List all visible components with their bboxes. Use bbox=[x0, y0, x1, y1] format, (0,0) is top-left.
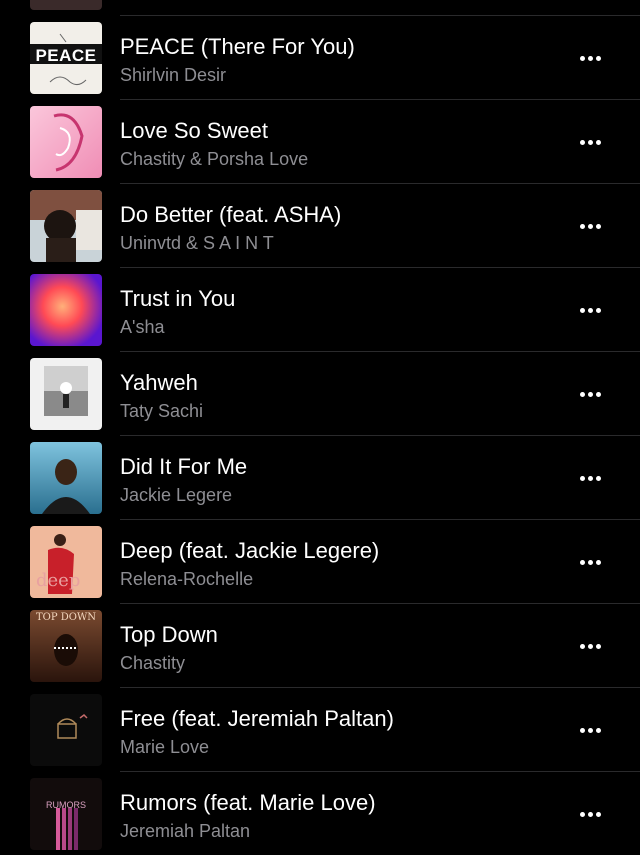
song-artist: Jeremiah Paltan bbox=[120, 821, 251, 841]
song-text: Rumors (feat. Marie Love) Jeremiah Palta… bbox=[120, 772, 560, 855]
song-row[interactable]: Yahweh Taty Sachi bbox=[0, 352, 640, 436]
song-artist: Uninvtd & S A I N T bbox=[120, 233, 274, 253]
song-text: Did It For Me Jackie Legere bbox=[120, 436, 560, 520]
top-down-art-text: TOP DOWN bbox=[35, 612, 97, 623]
song-row[interactable]: PEACE PEACE (There For You) Shirlvin Des… bbox=[0, 16, 640, 100]
ellipsis-icon bbox=[579, 475, 585, 481]
song-row[interactable]: RUMORS Rumors (feat. Marie Love) Jeremia… bbox=[0, 772, 640, 855]
ellipsis-icon bbox=[579, 307, 585, 313]
song-row[interactable]: Trust in You A'sha bbox=[0, 268, 640, 352]
ellipsis-icon bbox=[579, 811, 585, 817]
song-title: Do Better (feat. ASHA) bbox=[120, 202, 342, 227]
ellipsis-icon bbox=[579, 139, 585, 145]
song-artist: Chastity bbox=[120, 653, 186, 673]
peace-art-text: PEACE bbox=[35, 46, 97, 65]
did-it-for-me-album-art-icon bbox=[30, 442, 102, 514]
ellipsis-icon bbox=[579, 55, 585, 61]
song-title: PEACE (There For You) bbox=[120, 34, 355, 59]
song-row[interactable]: TOP DOWN Top Down Chastity bbox=[0, 604, 640, 688]
ellipsis-icon bbox=[579, 559, 585, 565]
song-title: Deep (feat. Jackie Legere) bbox=[120, 538, 380, 563]
ellipsis-icon bbox=[579, 391, 585, 397]
rumors-art-text: RUMORS bbox=[46, 800, 86, 810]
song-title: Top Down bbox=[120, 622, 218, 647]
song-artist: A'sha bbox=[120, 317, 165, 337]
more-options-button[interactable] bbox=[576, 550, 604, 574]
do-better-album-art-icon bbox=[30, 190, 102, 262]
song-text: PEACE (There For You) Shirlvin Desir bbox=[120, 16, 560, 100]
love-so-sweet-album-art-icon bbox=[30, 106, 102, 178]
song-title: Free (feat. Jeremiah Paltan) bbox=[120, 706, 394, 731]
trust-in-you-album-art-icon bbox=[30, 274, 102, 346]
song-text: Trust in You A'sha bbox=[120, 268, 560, 352]
more-options-button[interactable] bbox=[576, 718, 604, 742]
more-options-button[interactable] bbox=[576, 46, 604, 70]
peace-album-art-icon: PEACE bbox=[30, 22, 102, 94]
free-album-art-icon bbox=[30, 694, 102, 766]
more-options-button[interactable] bbox=[576, 802, 604, 826]
song-title: Yahweh bbox=[120, 370, 198, 395]
song-text: Love So Sweet Chastity & Porsha Love bbox=[120, 100, 560, 184]
song-row[interactable]: deep Deep (feat. Jackie Legere) Relena-R… bbox=[0, 520, 640, 604]
song-row[interactable]: Do Better (feat. ASHA) Uninvtd & S A I N… bbox=[0, 184, 640, 268]
song-list: PEACE PEACE (There For You) Shirlvin Des… bbox=[0, 0, 640, 855]
yahweh-album-art-icon bbox=[30, 358, 102, 430]
song-artist: Shirlvin Desir bbox=[120, 65, 227, 85]
song-artist: Relena-Rochelle bbox=[120, 569, 254, 589]
song-text: Yahweh Taty Sachi bbox=[120, 352, 560, 436]
song-text: Free (feat. Jeremiah Paltan) Marie Love bbox=[120, 688, 560, 772]
song-title: Trust in You bbox=[120, 286, 236, 311]
song-row[interactable]: Love So Sweet Chastity & Porsha Love bbox=[0, 100, 640, 184]
song-artist: Taty Sachi bbox=[120, 401, 204, 421]
top-down-album-art-icon: TOP DOWN bbox=[30, 610, 102, 682]
song-row[interactable] bbox=[0, 0, 640, 16]
rumors-album-art-icon: RUMORS bbox=[30, 778, 102, 850]
song-text: Top Down Chastity bbox=[120, 604, 560, 688]
more-options-button[interactable] bbox=[576, 634, 604, 658]
song-title: Rumors (feat. Marie Love) bbox=[120, 790, 376, 815]
partial-album-art-icon bbox=[30, 0, 102, 10]
song-artist: Marie Love bbox=[120, 737, 210, 757]
song-artist: Chastity & Porsha Love bbox=[120, 149, 309, 169]
song-title: Love So Sweet bbox=[120, 118, 268, 143]
more-options-button[interactable] bbox=[576, 466, 604, 490]
song-text: Deep (feat. Jackie Legere) Relena-Rochel… bbox=[120, 520, 560, 604]
more-options-button[interactable] bbox=[576, 298, 604, 322]
song-title: Did It For Me bbox=[120, 454, 248, 479]
ellipsis-icon bbox=[579, 223, 585, 229]
more-options-button[interactable] bbox=[576, 130, 604, 154]
ellipsis-icon bbox=[579, 727, 585, 733]
song-artist: Jackie Legere bbox=[120, 485, 233, 505]
deep-album-art-icon: deep bbox=[30, 526, 102, 598]
song-text bbox=[120, 0, 560, 16]
ellipsis-icon bbox=[579, 643, 585, 649]
deep-art-text: deep bbox=[36, 570, 81, 591]
more-options-button[interactable] bbox=[576, 382, 604, 406]
song-row[interactable]: Free (feat. Jeremiah Paltan) Marie Love bbox=[0, 688, 640, 772]
more-options-button[interactable] bbox=[576, 214, 604, 238]
song-row[interactable]: Did It For Me Jackie Legere bbox=[0, 436, 640, 520]
song-text: Do Better (feat. ASHA) Uninvtd & S A I N… bbox=[120, 184, 560, 268]
